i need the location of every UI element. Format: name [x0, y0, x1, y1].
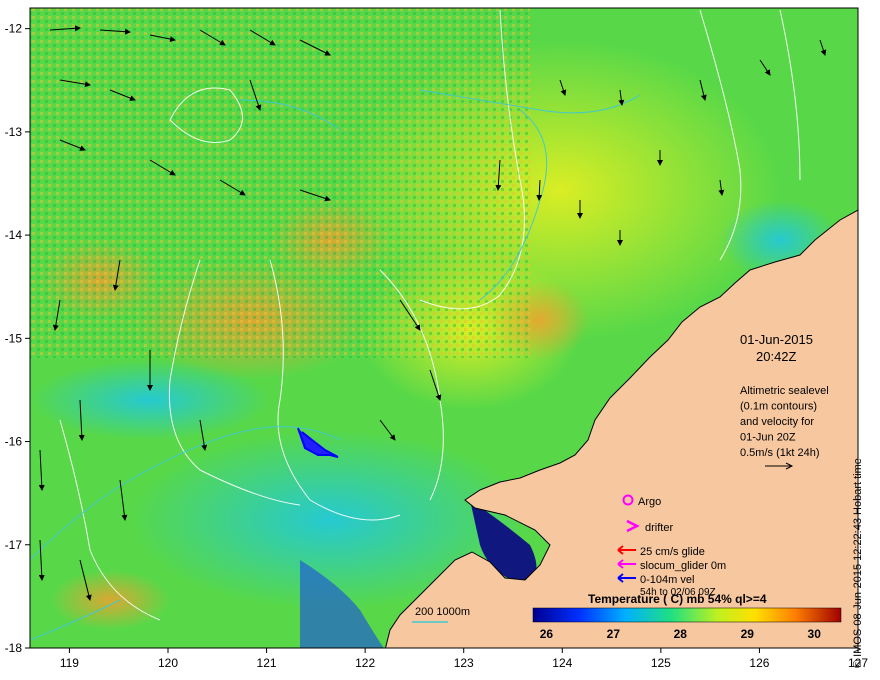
- lat-tick-label: -14: [5, 228, 23, 242]
- altimetry-line: Altimetric sealevel: [740, 385, 829, 397]
- legend-vel: 0-104m vel: [640, 574, 694, 586]
- lon-tick-label: 126: [749, 656, 769, 670]
- lat-tick-label: -12: [5, 22, 23, 36]
- legend-slocum: slocum_glider 0m: [640, 560, 726, 572]
- legend-drifter: drifter: [645, 522, 673, 534]
- lat-tick-label: -15: [5, 331, 23, 345]
- lat-tick-label: -16: [5, 435, 23, 449]
- colorbar-tick-label: 28: [674, 627, 688, 641]
- lat-tick-label: -13: [5, 125, 23, 139]
- credit-text: © IMOS 08-Jun-2015 12:22:43 Hobart time: [852, 458, 864, 668]
- legend-bathy: 200 1000m: [415, 606, 470, 618]
- date-text: 01-Jun-2015: [740, 332, 813, 347]
- colorbar-title: Temperature ( C) mb 54% ql>=4: [588, 592, 767, 606]
- colorbar-tick-label: 27: [607, 627, 621, 641]
- colorbar-tick-label: 26: [540, 627, 554, 641]
- colorbar-ramp: [532, 607, 842, 623]
- lon-tick-label: 122: [355, 656, 375, 670]
- altimetry-line: and velocity for: [740, 416, 814, 428]
- lat-tick-label: -17: [5, 538, 23, 552]
- lat-tick-label: -18: [5, 641, 23, 655]
- lon-tick-label: 125: [651, 656, 671, 670]
- lon-tick-label: 119: [60, 656, 79, 670]
- time-text: 20:42Z: [756, 349, 797, 364]
- legend-glide: 25 cm/s glide: [640, 546, 705, 558]
- sst-map: 119 120 121 122 123 124 125 126 127-12-13-14-15-…: [5, 7, 868, 670]
- lon-tick-label: 120: [158, 656, 178, 670]
- colorbar-tick-label: 30: [808, 627, 822, 641]
- legend-argo: Argo: [638, 496, 661, 508]
- sst-field: [30, 8, 858, 648]
- lon-tick-label: 121: [257, 656, 277, 670]
- altimetry-line: 0.5m/s (1kt 24h): [740, 447, 819, 459]
- lon-tick-label: 123: [454, 656, 474, 670]
- altimetry-line: (0.1m contours): [740, 401, 817, 413]
- lon-tick-label: 124: [552, 656, 572, 670]
- colorbar-tick-label: 29: [741, 627, 755, 641]
- altimetry-line: 01-Jun 20Z: [740, 432, 796, 444]
